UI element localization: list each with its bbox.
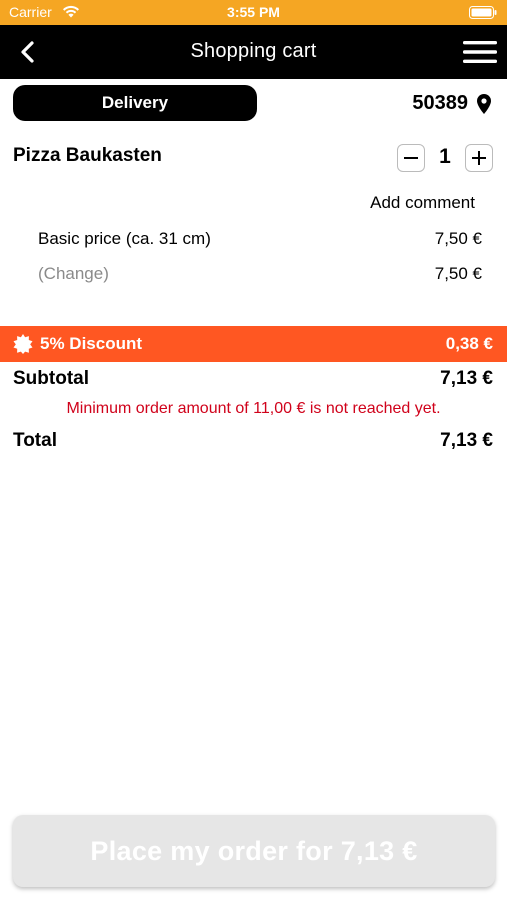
status-bar: Carrier 3:55 PM (0, 0, 507, 25)
delivery-mode-label: Delivery (101, 93, 169, 112)
change-link[interactable]: (Change) (38, 264, 109, 284)
quantity-increase-button[interactable] (465, 144, 493, 172)
subtotal-label: Subtotal (13, 368, 89, 389)
quantity-decrease-button[interactable] (397, 144, 425, 172)
hamburger-menu-icon[interactable] (463, 38, 497, 66)
delivery-location[interactable]: 50389 (412, 92, 491, 115)
discount-bar: 5% Discount 0,38 € (0, 326, 507, 362)
battery-icon (469, 6, 497, 19)
place-order-label: Place my order for 7,13 € (90, 835, 418, 866)
basic-price-label: Basic price (ca. 31 cm) (38, 229, 211, 248)
delivery-mode-button[interactable]: Delivery (13, 85, 257, 121)
subtotal-value: 7,13 € (440, 368, 493, 389)
status-time: 3:55 PM (227, 4, 280, 20)
total-value: 7,13 € (440, 430, 493, 451)
minus-icon (404, 157, 418, 159)
discount-badge-icon (13, 334, 33, 354)
shopping-cart-screen: Carrier 3:55 PM Shopping cart Delivery 5… (0, 0, 507, 900)
minimum-order-warning: Minimum order amount of 11,00 € is not r… (66, 400, 441, 417)
page-title: Shopping cart (190, 40, 317, 62)
zip-code: 50389 (412, 92, 468, 114)
map-pin-icon (477, 93, 491, 114)
discount-value: 0,38 € (445, 334, 493, 353)
discount-label: 5% Discount (40, 334, 143, 353)
change-price-value: 7,50 € (434, 264, 482, 283)
total-label: Total (13, 430, 57, 451)
nav-bar: Shopping cart (0, 25, 507, 79)
item-name: Pizza Baukasten (13, 145, 162, 166)
plus-icon (472, 151, 486, 165)
basic-price-value: 7,50 € (434, 229, 482, 248)
quantity-value: 1 (439, 145, 451, 168)
add-comment-link[interactable]: Add comment (370, 193, 475, 213)
place-order-button[interactable]: Place my order for 7,13 € (13, 815, 495, 887)
